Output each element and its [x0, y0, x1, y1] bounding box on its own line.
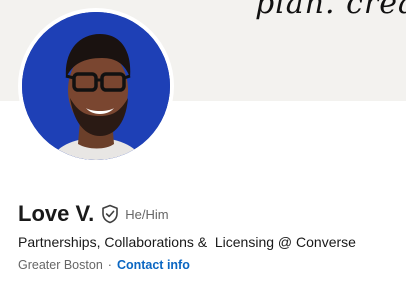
banner-text: plan. create: [255, 0, 406, 21]
profile-photo[interactable]: [18, 8, 174, 164]
profile-name: Love V.: [18, 201, 95, 226]
location-text: Greater Boston: [18, 258, 103, 272]
avatar: [22, 12, 170, 160]
profile-headline: Partnerships, Collaborations & Licensing…: [18, 234, 356, 250]
profile-card: plan. create: [0, 0, 406, 281]
avatar-image: [22, 12, 170, 160]
pronouns: He/Him: [125, 206, 169, 222]
location-row: Greater Boston · Contact info: [18, 258, 190, 272]
name-row: Love V. He/Him: [18, 200, 169, 228]
contact-info-link[interactable]: Contact info: [117, 258, 190, 272]
verified-shield-icon[interactable]: [101, 204, 119, 224]
separator-dot: ·: [107, 258, 112, 272]
